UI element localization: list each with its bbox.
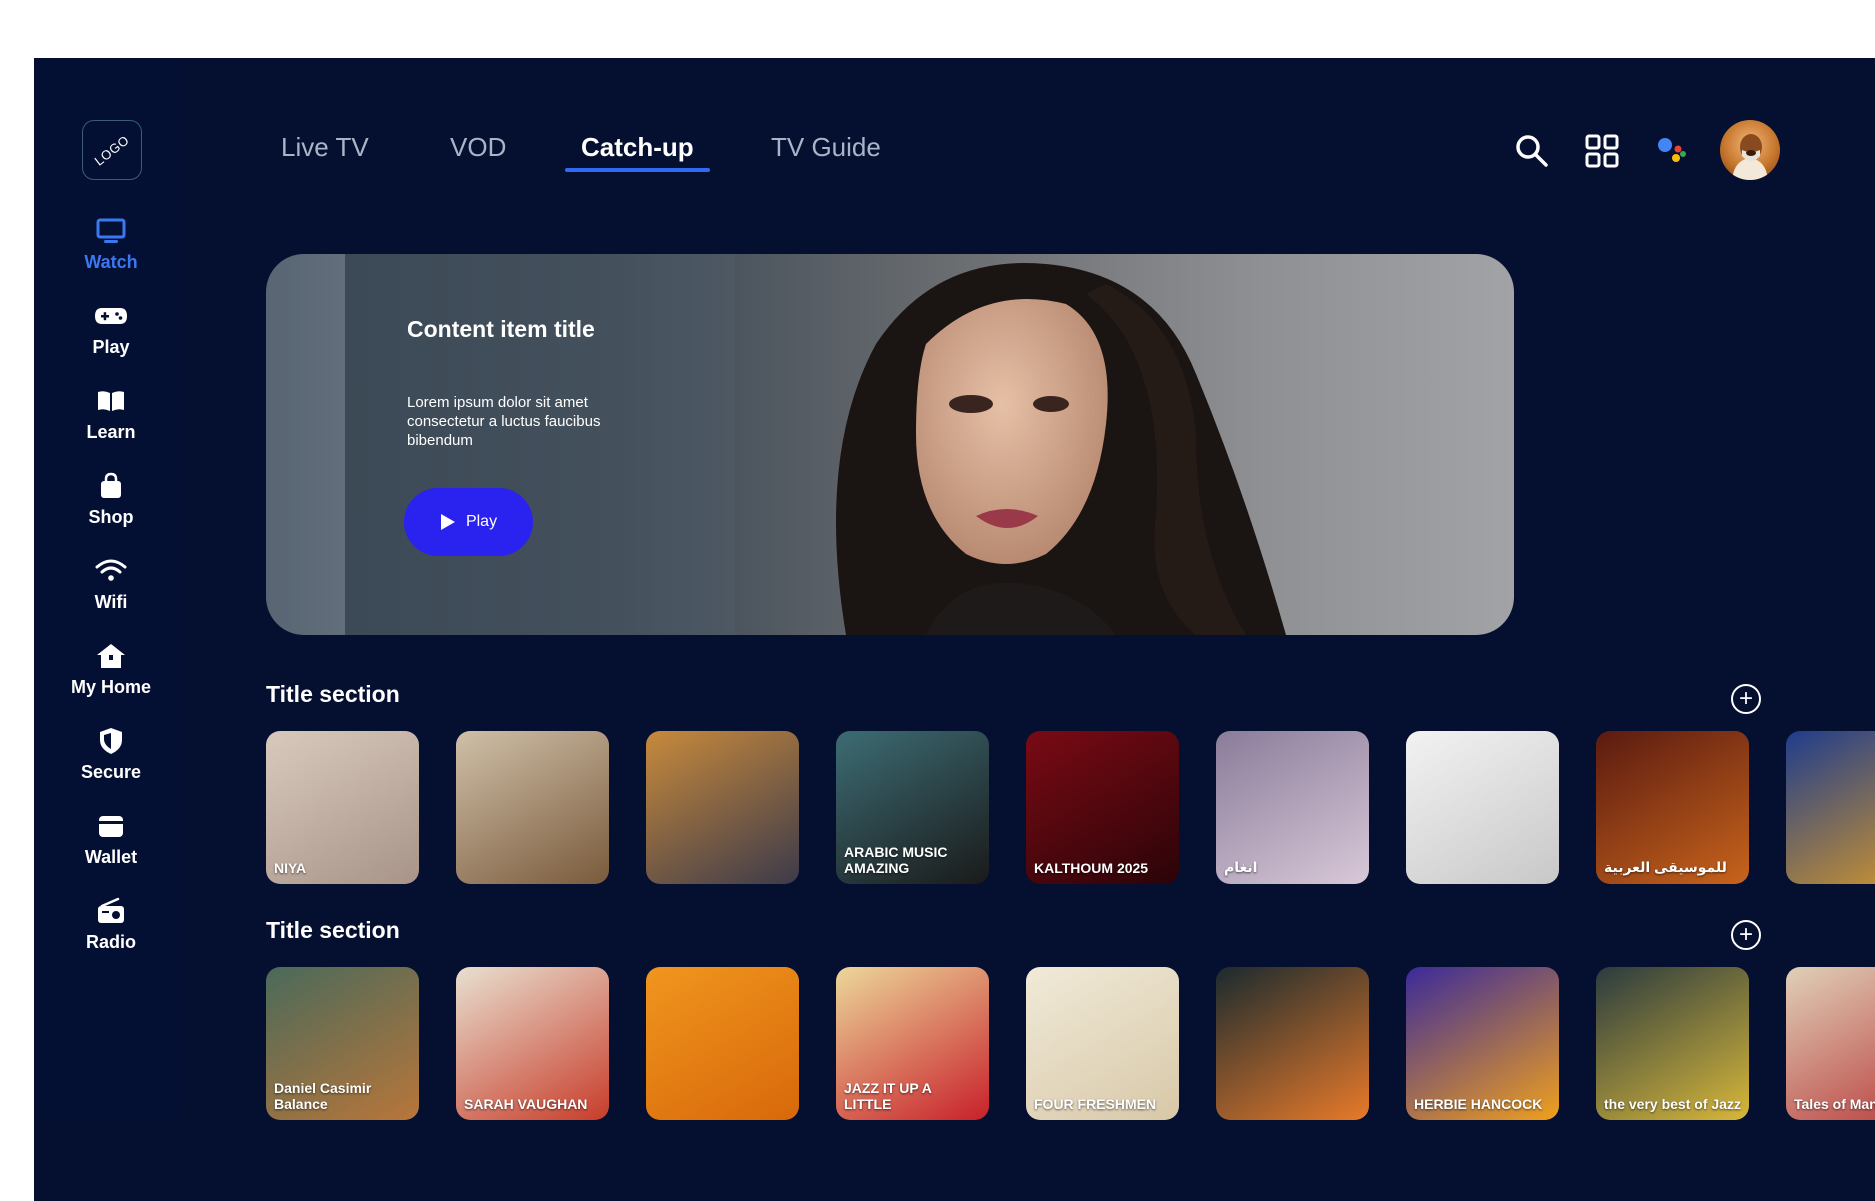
album-tile[interactable]: HERBIE HANCOCK bbox=[1406, 967, 1559, 1120]
album-caption: Daniel Casimir Balance bbox=[274, 1080, 372, 1112]
sidebar-item-label: Watch bbox=[84, 252, 138, 272]
home-icon bbox=[97, 644, 125, 668]
sidebar-item-my-home[interactable]: My Home bbox=[54, 641, 168, 715]
user-photo bbox=[1732, 134, 1768, 180]
album-tile[interactable]: NIYA bbox=[266, 731, 419, 884]
assistant-icon[interactable] bbox=[1654, 133, 1690, 169]
book-icon bbox=[98, 391, 124, 411]
sidebar-item-label: Learn bbox=[86, 422, 136, 442]
album-tile[interactable]: KALTHOUM 2025 bbox=[1026, 731, 1179, 884]
album-tile[interactable]: FOUR FRESHMEN bbox=[1026, 967, 1179, 1120]
tab-tv-guide[interactable]: TV Guide bbox=[771, 132, 881, 163]
app-screen: LOGO Watch Play Learn Shop Wifi My Home … bbox=[34, 58, 1875, 1201]
album-tile[interactable]: JAZZ IT UP A LITTLE bbox=[836, 967, 989, 1120]
add-button[interactable]: + bbox=[1731, 920, 1761, 950]
album-caption: SARAH VAUGHAN bbox=[464, 1096, 588, 1112]
sidebar-item-wallet[interactable]: Wallet bbox=[54, 811, 168, 885]
sidebar: LOGO Watch Play Learn Shop Wifi My Home … bbox=[34, 58, 180, 1118]
album-tile[interactable]: SARAH VAUGHAN bbox=[456, 967, 609, 1120]
wifi-icon bbox=[95, 559, 127, 581]
wallet-icon bbox=[99, 816, 123, 837]
sidebar-item-watch[interactable]: Watch bbox=[54, 216, 168, 290]
album-tile[interactable] bbox=[646, 731, 799, 884]
album-tile[interactable] bbox=[456, 731, 609, 884]
sidebar-item-label: Wifi bbox=[94, 592, 128, 612]
album-tile[interactable]: Tales of Manhattan bbox=[1786, 967, 1875, 1120]
sidebar-item-play[interactable]: Play bbox=[54, 301, 168, 375]
sidebar-item-wifi[interactable]: Wifi bbox=[54, 556, 168, 630]
active-tab-indicator bbox=[565, 168, 710, 172]
sidebar-item-shop[interactable]: Shop bbox=[54, 471, 168, 545]
album-tile[interactable] bbox=[646, 967, 799, 1120]
logo[interactable]: LOGO bbox=[82, 120, 142, 180]
sidebar-item-label: Secure bbox=[80, 762, 142, 782]
album-caption: انغام bbox=[1224, 859, 1258, 875]
sidebar-item-secure[interactable]: Secure bbox=[54, 726, 168, 800]
sidebar-item-label: Play bbox=[92, 337, 130, 357]
sidebar-item-label: Radio bbox=[85, 932, 136, 952]
album-caption: KALTHOUM 2025 bbox=[1034, 860, 1149, 876]
hero-image bbox=[836, 263, 1286, 635]
section-title: Title section bbox=[266, 681, 400, 707]
album-caption: JAZZ IT UP A LITTLE bbox=[844, 1080, 932, 1112]
album-tile[interactable]: للموسيقى العربية bbox=[1596, 731, 1749, 884]
tab-live-tv[interactable]: Live TV bbox=[281, 132, 369, 163]
search-icon[interactable] bbox=[1514, 133, 1550, 169]
album-tile[interactable]: the very best of Jazz bbox=[1596, 967, 1749, 1120]
section-title: Title section bbox=[266, 917, 400, 943]
album-tile[interactable] bbox=[1786, 731, 1875, 884]
hero-description: Lorem ipsum dolor sit amet consectetur a… bbox=[407, 394, 601, 449]
album-caption: Tales of Manhattan bbox=[1794, 1096, 1875, 1112]
album-tile[interactable] bbox=[1216, 967, 1369, 1120]
album-caption: للموسيقى العربية bbox=[1604, 859, 1727, 875]
album-caption: FOUR FRESHMEN bbox=[1034, 1096, 1157, 1112]
album-tile[interactable] bbox=[1406, 731, 1559, 884]
avatar[interactable] bbox=[1720, 120, 1780, 180]
radio-icon bbox=[98, 897, 124, 923]
sidebar-item-radio[interactable]: Radio bbox=[54, 896, 168, 970]
album-caption: HERBIE HANCOCK bbox=[1414, 1096, 1543, 1112]
plus-icon: + bbox=[1738, 685, 1753, 712]
shield-icon bbox=[100, 728, 122, 754]
sidebar-item-learn[interactable]: Learn bbox=[54, 386, 168, 460]
sidebar-item-label: Shop bbox=[88, 507, 134, 527]
hero-banner[interactable]: Content item title Lorem ipsum dolor sit… bbox=[266, 254, 1514, 635]
play-button[interactable]: Play bbox=[404, 488, 533, 556]
gamepad-icon bbox=[95, 308, 127, 324]
album-tile[interactable]: Daniel Casimir Balance bbox=[266, 967, 419, 1120]
sidebar-item-label: My Home bbox=[70, 677, 151, 697]
album-tile[interactable]: انغام bbox=[1216, 731, 1369, 884]
shopping-bag-icon bbox=[101, 472, 121, 498]
add-button[interactable]: + bbox=[1731, 684, 1761, 714]
album-caption: the very best of Jazz bbox=[1604, 1096, 1741, 1112]
play-button-label: Play bbox=[465, 513, 498, 530]
hero-edge bbox=[266, 254, 345, 635]
grid-icon[interactable] bbox=[1584, 133, 1620, 169]
sidebar-item-label: Wallet bbox=[84, 847, 138, 867]
album-tile[interactable]: ARABIC MUSIC AMAZING bbox=[836, 731, 989, 884]
hero-title: Content item title bbox=[407, 316, 595, 342]
album-caption: NIYA bbox=[274, 860, 307, 876]
album-caption: ARABIC MUSIC AMAZING bbox=[844, 844, 948, 876]
tab-catch-up[interactable]: Catch-up bbox=[581, 132, 694, 163]
logo-text: LOGO bbox=[91, 131, 133, 169]
play-icon bbox=[440, 514, 455, 530]
tab-vod[interactable]: VOD bbox=[450, 132, 506, 163]
tv-icon bbox=[96, 218, 126, 243]
plus-icon: + bbox=[1738, 921, 1753, 948]
